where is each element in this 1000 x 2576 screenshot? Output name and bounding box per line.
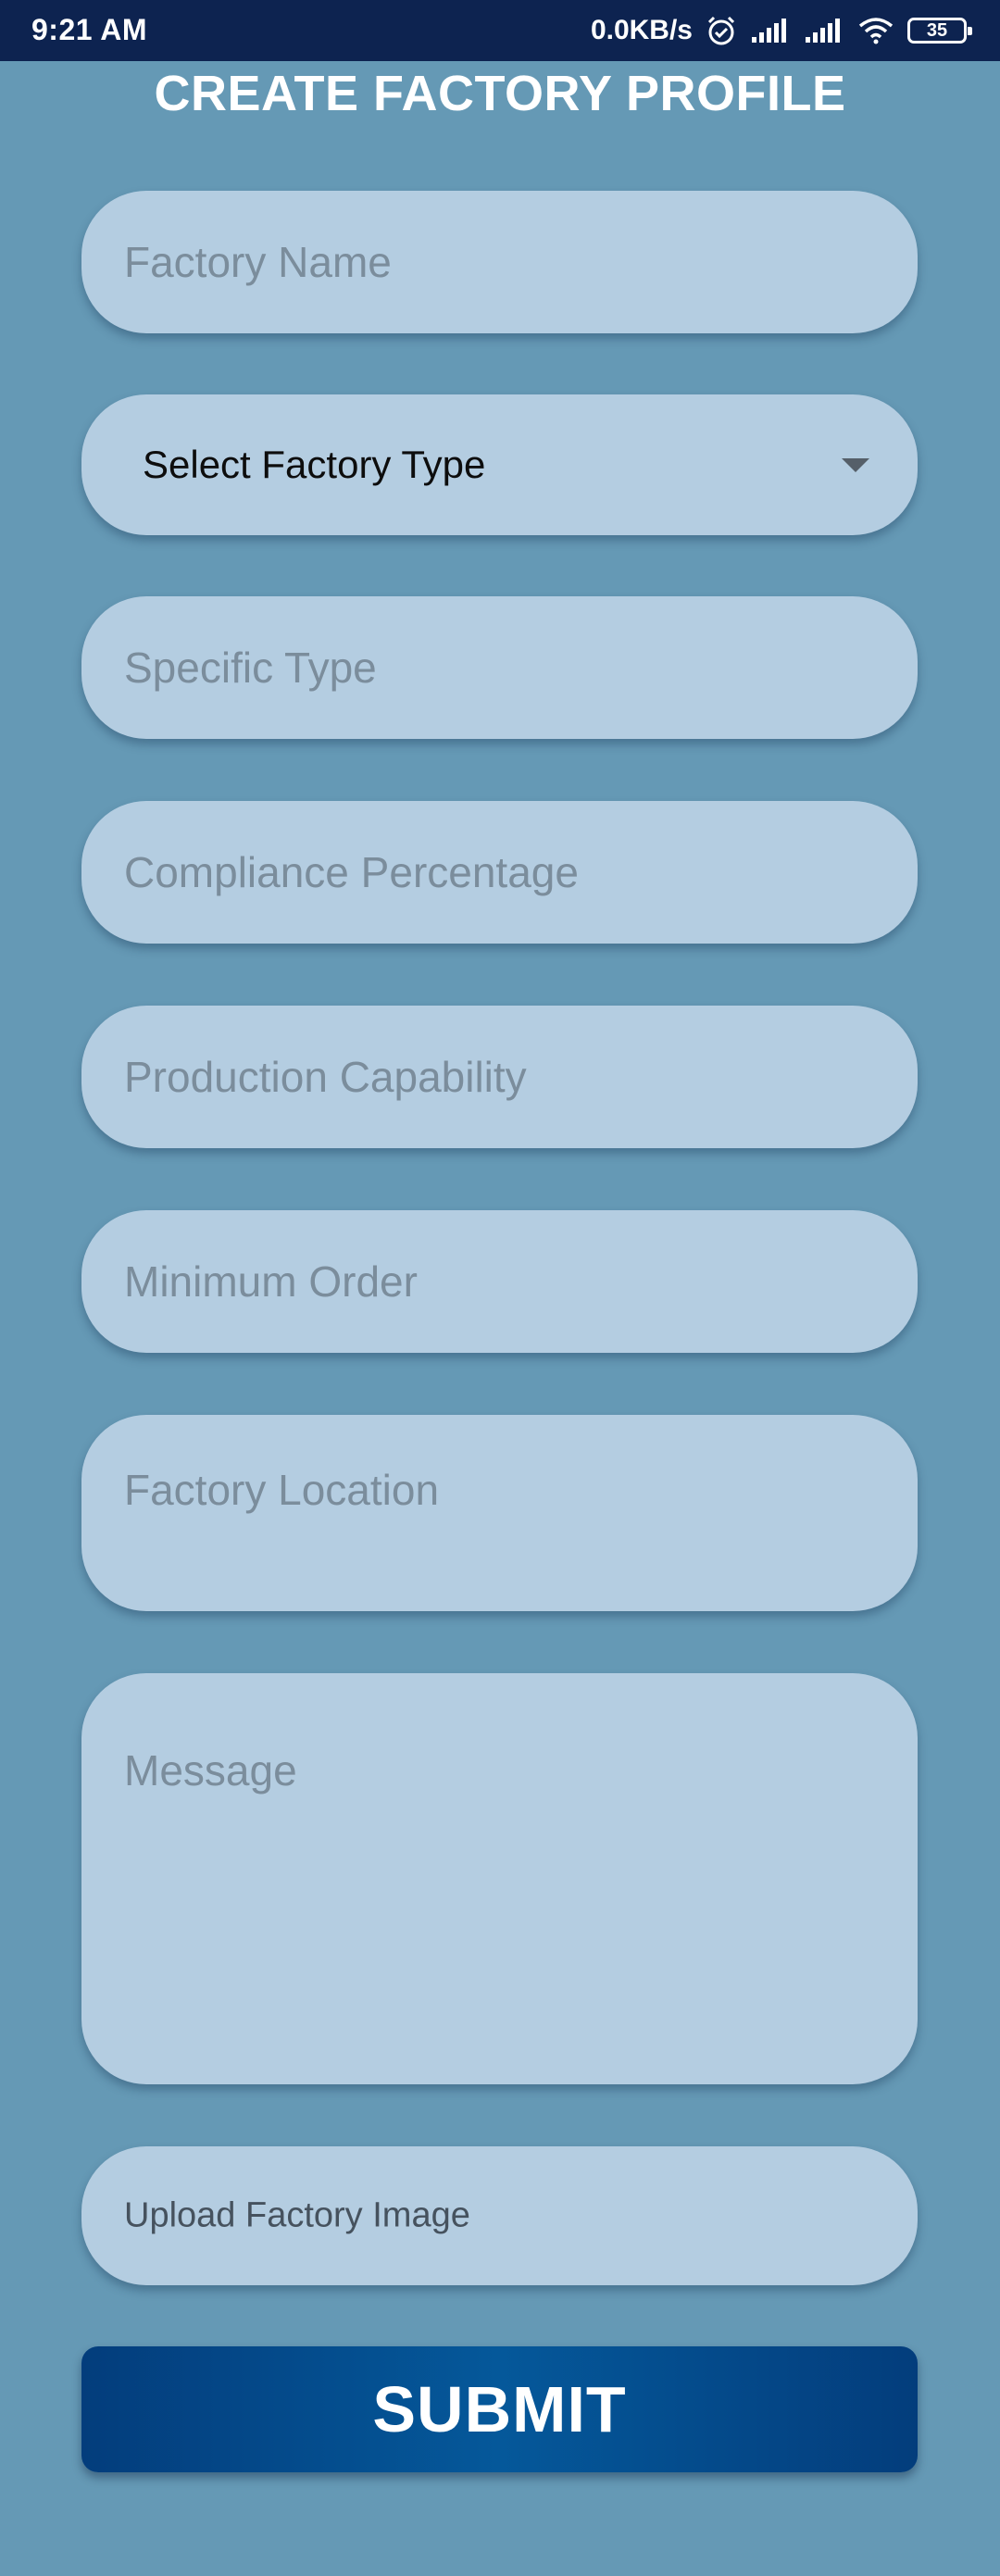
- specific-type-placeholder: Specific Type: [124, 644, 377, 692]
- battery-icon: 35: [907, 18, 972, 44]
- message-placeholder: Message: [124, 1746, 297, 1794]
- status-icons: 0.0KB/s 35: [590, 11, 972, 50]
- factory-name-input[interactable]: Factory Name: [81, 191, 918, 333]
- network-speed: 0.0KB/s: [590, 15, 693, 45]
- specific-type-input[interactable]: Specific Type: [81, 596, 918, 739]
- production-capability-input[interactable]: Production Capability: [81, 1006, 918, 1148]
- status-time: 9:21 AM: [31, 13, 148, 46]
- factory-location-input[interactable]: Factory Location: [81, 1415, 918, 1611]
- factory-location-placeholder: Factory Location: [124, 1466, 440, 1514]
- factory-type-selected: Select Factory Type: [143, 443, 486, 486]
- minimum-order-input[interactable]: Minimum Order: [81, 1210, 918, 1353]
- compliance-percentage-input[interactable]: Compliance Percentage: [81, 801, 918, 944]
- submit-button[interactable]: SUBMIT: [81, 2346, 918, 2472]
- status-bar: 9:21 AM 0.0KB/s 35: [0, 0, 1000, 61]
- submit-label: SUBMIT: [372, 2373, 627, 2445]
- signal-icon: [750, 17, 791, 44]
- battery-level: 35: [926, 19, 948, 41]
- message-textarea[interactable]: Message: [81, 1673, 918, 2084]
- minimum-order-placeholder: Minimum Order: [124, 1257, 418, 1306]
- factory-name-placeholder: Factory Name: [124, 238, 392, 286]
- alarm-icon: [706, 15, 737, 46]
- upload-factory-image-button[interactable]: Upload Factory Image: [81, 2146, 918, 2285]
- factory-type-select[interactable]: Select Factory Type: [81, 394, 918, 535]
- compliance-percentage-placeholder: Compliance Percentage: [124, 848, 579, 896]
- dropdown-arrow-icon: [842, 458, 869, 472]
- signal-icon: [804, 17, 844, 44]
- wifi-icon: [857, 17, 894, 44]
- upload-factory-image-label: Upload Factory Image: [124, 2195, 470, 2235]
- production-capability-placeholder: Production Capability: [124, 1053, 527, 1101]
- page-title: CREATE FACTORY PROFILE: [154, 66, 846, 121]
